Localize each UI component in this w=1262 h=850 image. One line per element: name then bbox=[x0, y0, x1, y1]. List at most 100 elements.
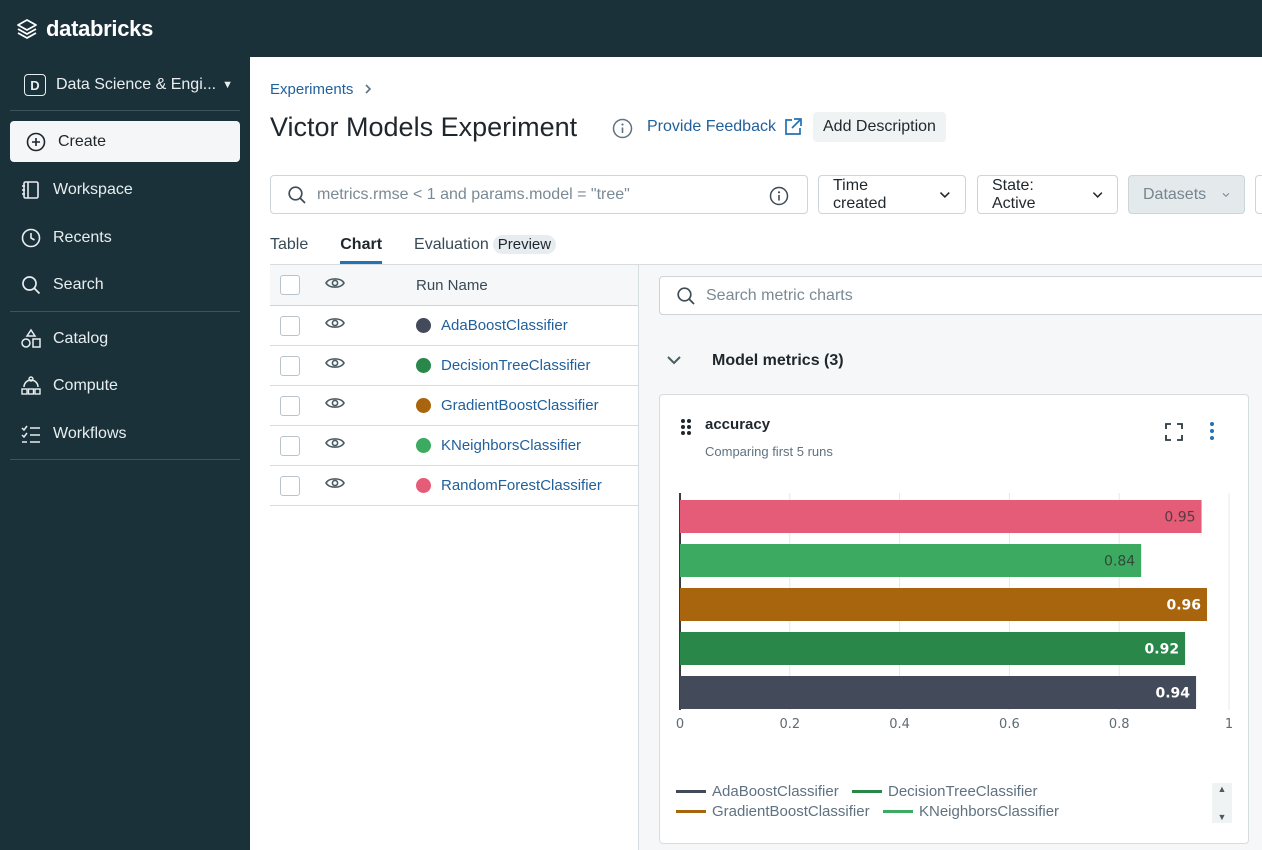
bar-value-label: 0.92 bbox=[1145, 642, 1180, 658]
row-checkbox[interactable] bbox=[280, 475, 300, 496]
legend-item[interactable]: KNeighborsClassifier bbox=[883, 803, 1059, 820]
chevron-down-icon bbox=[1222, 192, 1230, 197]
bar[interactable] bbox=[680, 500, 1202, 533]
scroll-down-icon[interactable]: ▼ bbox=[1218, 811, 1227, 823]
sidebar-item-label: Compute bbox=[53, 377, 118, 394]
legend-label: DecisionTreeClassifier bbox=[888, 783, 1038, 800]
bar-value-label: 0.84 bbox=[1104, 554, 1135, 570]
legend-scrollbar[interactable]: ▲ ▼ bbox=[1212, 783, 1232, 823]
run-color-dot bbox=[416, 478, 431, 493]
sidebar-item-compute[interactable]: Compute bbox=[20, 373, 118, 399]
external-link-icon[interactable] bbox=[783, 117, 803, 142]
sidebar-item-workflows[interactable]: Workflows bbox=[20, 421, 127, 447]
run-name-header[interactable]: Run Name bbox=[416, 277, 488, 294]
create-button[interactable]: Create bbox=[10, 121, 240, 162]
state-filter-dropdown[interactable]: State: Active bbox=[977, 175, 1118, 214]
scroll-up-icon[interactable]: ▲ bbox=[1218, 783, 1227, 795]
eye-icon[interactable] bbox=[325, 356, 345, 375]
sidebar-item-catalog[interactable]: Catalog bbox=[20, 326, 108, 352]
table-row: DecisionTreeClassifier bbox=[270, 346, 638, 386]
sidebar: D Data Science & Engi... ▼ Create Worksp… bbox=[0, 57, 250, 850]
x-tick-label: 0.4 bbox=[889, 717, 910, 732]
row-checkbox[interactable] bbox=[280, 395, 300, 416]
workflows-icon bbox=[21, 425, 40, 443]
run-search-box bbox=[270, 175, 808, 214]
provide-feedback-link[interactable]: Provide Feedback bbox=[647, 118, 776, 136]
x-tick-label: 0.8 bbox=[1109, 717, 1130, 732]
sidebar-item-recents[interactable]: Recents bbox=[20, 225, 112, 251]
tab-table[interactable]: Table bbox=[270, 236, 308, 264]
legend-swatch bbox=[852, 790, 882, 793]
run-name-link[interactable]: DecisionTreeClassifier bbox=[441, 357, 591, 374]
legend-swatch bbox=[883, 810, 913, 813]
tab-chart[interactable]: Chart bbox=[340, 236, 383, 264]
x-tick-label: 1 bbox=[1225, 717, 1233, 732]
legend-label: AdaBoostClassifier bbox=[712, 783, 839, 800]
run-search-input[interactable] bbox=[317, 185, 757, 204]
chevron-down-icon bbox=[940, 191, 951, 198]
datasets-dropdown[interactable]: Datasets bbox=[1128, 175, 1245, 214]
plus-circle-icon bbox=[26, 132, 46, 151]
sidebar-item-label: Workflows bbox=[53, 425, 127, 442]
databricks-logo-icon bbox=[17, 18, 37, 39]
databricks-logo[interactable]: databricks bbox=[16, 16, 153, 42]
select-all-checkbox[interactable] bbox=[280, 275, 300, 295]
eye-icon[interactable] bbox=[325, 276, 345, 295]
clock-icon bbox=[21, 228, 41, 248]
eye-icon[interactable] bbox=[325, 396, 345, 415]
workspace-switcher[interactable]: D Data Science & Engi... ▼ bbox=[24, 73, 233, 97]
sort-dropdown[interactable]: Time created bbox=[818, 175, 966, 214]
sidebar-item-label: Search bbox=[53, 276, 104, 293]
chart-card: accuracy Comparing first 5 runs 0.95 0.84… bbox=[659, 394, 1249, 844]
breadcrumb: Experiments bbox=[270, 81, 373, 98]
tab-evaluation[interactable]: Evaluation Preview bbox=[414, 235, 557, 264]
metric-chart-search-box bbox=[659, 276, 1262, 315]
row-checkbox[interactable] bbox=[280, 355, 300, 376]
search-icon bbox=[677, 286, 695, 305]
bar[interactable] bbox=[680, 544, 1142, 577]
sidebar-item-label: Recents bbox=[53, 229, 112, 246]
chevron-right-icon bbox=[363, 82, 373, 98]
table-header-row: Run Name bbox=[270, 265, 638, 306]
sidebar-item-workspace[interactable]: Workspace bbox=[20, 177, 133, 203]
bar[interactable] bbox=[680, 588, 1208, 621]
table-row: GradientBoostClassifier bbox=[270, 386, 638, 426]
sidebar-item-search[interactable]: Search bbox=[20, 272, 104, 298]
eye-icon[interactable] bbox=[325, 476, 345, 495]
legend-item[interactable]: AdaBoostClassifier bbox=[676, 783, 839, 800]
breadcrumb-experiments-link[interactable]: Experiments bbox=[270, 81, 353, 98]
search-help-icon[interactable] bbox=[769, 186, 789, 211]
section-title[interactable]: Model metrics (3) bbox=[712, 352, 844, 370]
logo-text: databricks bbox=[46, 15, 154, 41]
bar[interactable] bbox=[680, 632, 1186, 665]
chevron-down-icon[interactable] bbox=[666, 352, 682, 373]
legend-label: GradientBoostClassifier bbox=[712, 803, 870, 820]
run-name-link[interactable]: RandomForestClassifier bbox=[441, 477, 602, 494]
view-tabs: Table Chart Evaluation Preview bbox=[270, 235, 557, 264]
compute-icon bbox=[21, 376, 41, 395]
add-description-button[interactable]: Add Description bbox=[813, 112, 946, 142]
table-row: KNeighborsClassifier bbox=[270, 426, 638, 466]
run-name-link[interactable]: KNeighborsClassifier bbox=[441, 437, 581, 454]
sidebar-item-label: Workspace bbox=[53, 181, 133, 198]
eye-icon[interactable] bbox=[325, 316, 345, 335]
runs-table: Run Name AdaBoostClassifier DecisionTree… bbox=[270, 265, 638, 506]
run-name-link[interactable]: GradientBoostClassifier bbox=[441, 397, 599, 414]
row-checkbox[interactable] bbox=[280, 435, 300, 456]
tab-evaluation-label: Evaluation bbox=[414, 236, 489, 253]
run-color-dot bbox=[416, 438, 431, 453]
sort-label: Time created bbox=[833, 176, 887, 212]
more-filters-button[interactable] bbox=[1255, 175, 1262, 214]
x-tick-label: 0.2 bbox=[779, 717, 800, 732]
workspace-badge: D bbox=[24, 74, 46, 96]
info-icon[interactable] bbox=[612, 118, 633, 144]
legend-swatch bbox=[676, 790, 706, 793]
row-checkbox[interactable] bbox=[280, 315, 300, 336]
metric-chart-search-input[interactable] bbox=[706, 286, 1206, 305]
eye-icon[interactable] bbox=[325, 436, 345, 455]
legend-item[interactable]: DecisionTreeClassifier bbox=[852, 783, 1038, 800]
run-name-link[interactable]: AdaBoostClassifier bbox=[441, 317, 568, 334]
legend-item[interactable]: GradientBoostClassifier bbox=[676, 803, 870, 820]
bar[interactable] bbox=[680, 676, 1197, 709]
accuracy-bar-chart: 0.95 0.84 0.96 0.92 0.94 0 0.2 0.4 0.6 0.8 1 bbox=[676, 493, 1233, 732]
